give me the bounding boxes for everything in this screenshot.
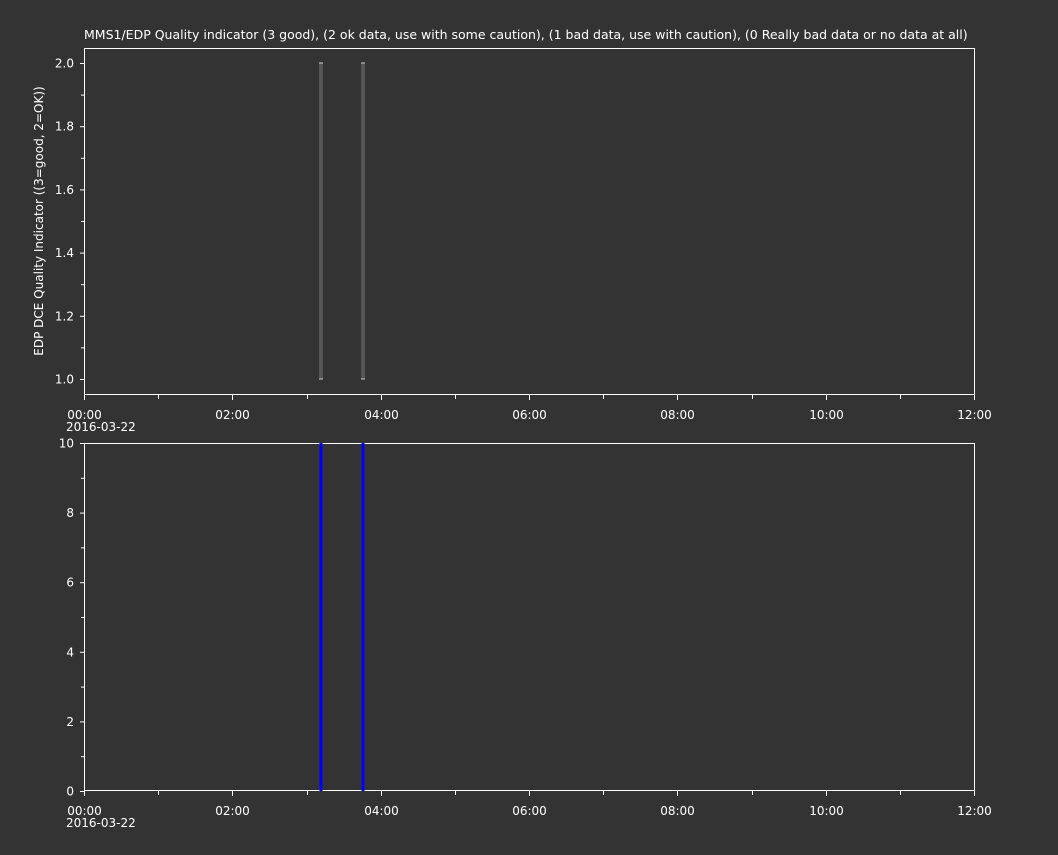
panel1-y-tick-label: 1.4 (55, 246, 74, 260)
panel1-x-tick-label: 10:00 (809, 408, 844, 422)
figure: MMS1/EDP Quality indicator (3 good), (2 … (32, 27, 992, 831)
panel2-y-tick-label: 0 (66, 785, 74, 799)
panel1-y-tick-label: 1.6 (55, 183, 74, 197)
panel1-x-tick-label: 02:00 (215, 408, 250, 422)
panel2-x-tick-label: 02:00 (215, 804, 250, 818)
panel2-x-tick-label: 10:00 (809, 804, 844, 818)
panel1-x-tick-label: 08:00 (660, 408, 695, 422)
panel1-y-tick-label: 1.8 (55, 120, 74, 134)
panel2-x-tick-label: 04:00 (364, 804, 399, 818)
panel2-x-tick-label: 08:00 (660, 804, 695, 818)
panel2-y-tick-label: 8 (66, 506, 74, 520)
panel2-x-tick-label: 06:00 (512, 804, 547, 818)
panel2-y-tick-label: 10 (59, 437, 74, 451)
panel2-marks (319, 443, 365, 791)
panel2-y-tick-label: 6 (66, 576, 74, 590)
panel1-y-axis-label: EDP DCE Quality Indicator ((3=good, 2=OK… (32, 86, 46, 355)
panel1-marks (319, 62, 365, 380)
panel1-x-tick-label: 12:00 (957, 408, 992, 422)
panel2-x-date-label: 2016-03-22 (66, 816, 136, 830)
panel1-y-tick-label: 2.0 (55, 57, 74, 71)
panel2-y-tick-label: 2 (66, 715, 74, 729)
panel2-plot-frame (84, 443, 975, 791)
panel1-x-tick-label: 06:00 (512, 408, 547, 422)
panel1-y-tick-label: 1.2 (55, 309, 74, 323)
panel1-title: MMS1/EDP Quality indicator (3 good), (2 … (84, 27, 968, 42)
panel1-y-tick-label: 1.0 (55, 373, 74, 387)
panel2-y-tick-label: 4 (66, 645, 74, 659)
panel1-plot-frame (84, 48, 975, 395)
panel1-x-date-label: 2016-03-22 (66, 420, 136, 434)
panel2-axes: 024681000:00 02:00 04:00 06:00 08:00 10:00 12:… (59, 437, 992, 831)
panel1-axes: 1.01.21.41.61.82.000:00 02:00 04:00 06:00 08… (55, 57, 992, 435)
panel1-x-tick-label: 04:00 (364, 408, 399, 422)
panel2-x-tick-label: 12:00 (957, 804, 992, 818)
